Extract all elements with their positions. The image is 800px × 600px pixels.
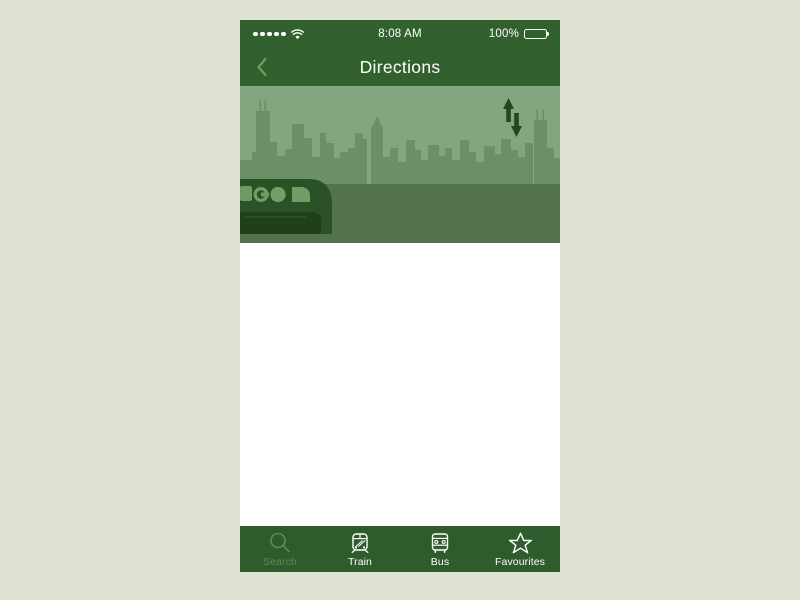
signal-dots-icon (253, 31, 286, 37)
phone-frame: 8:08 AM 100% Directions Search Train Bus… (240, 20, 560, 572)
status-bar-right: 100% (489, 28, 547, 40)
train-icon (347, 530, 373, 556)
tab-train[interactable]: Train (320, 526, 400, 572)
search-icon (267, 530, 293, 556)
go-train-illustration (240, 179, 332, 234)
chevron-left-icon (257, 57, 267, 77)
star-icon (507, 530, 533, 556)
status-bar-left (253, 28, 304, 40)
content-area (240, 243, 560, 526)
tab-search[interactable]: Search (240, 526, 320, 572)
status-bar: 8:08 AM 100% (240, 20, 560, 48)
wifi-icon (290, 28, 304, 40)
tab-favourites[interactable]: Favourites (480, 526, 560, 572)
battery-full-icon (524, 28, 547, 40)
tab-train-label: Train (347, 556, 373, 569)
hero-banner (240, 86, 560, 243)
bus-icon (427, 530, 453, 556)
tab-bus[interactable]: Bus (400, 526, 480, 572)
tab-favourites-label: Favourites (494, 556, 546, 569)
tab-bar: Search Train Bus Favourites (240, 526, 560, 572)
back-button[interactable] (251, 56, 273, 78)
tab-bus-label: Bus (430, 556, 450, 569)
battery-percent-label: 100% (488, 28, 519, 40)
nav-bar: Directions (240, 48, 560, 86)
city-skyline-illustration (240, 86, 560, 243)
tab-search-label: Search (263, 556, 297, 569)
page-title: Directions (359, 56, 441, 77)
